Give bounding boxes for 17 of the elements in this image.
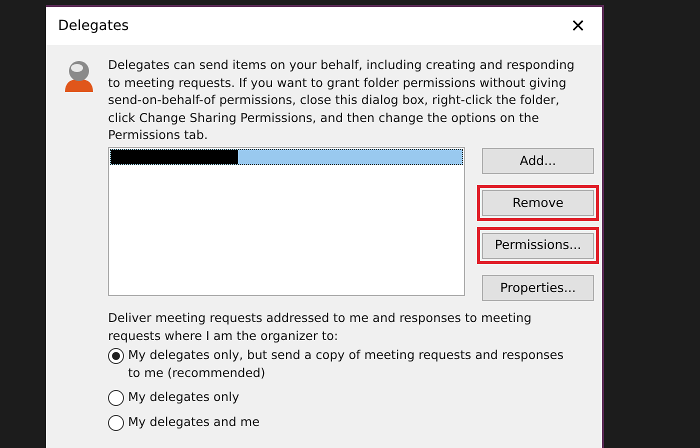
delegate-row[interactable] [110, 148, 463, 164]
close-button[interactable]: ✕ [564, 12, 592, 40]
intro-text: Delegates can send items on your behalf, including creating and responding to meeting requests. If you want to grant folder permissions without giving send-on-behalf-of permissions, close this dialog box, right-click the folder, click Change Sharing Permissions, and then change the options on the Permissions tab. [108, 57, 576, 144]
radio-button[interactable] [108, 390, 124, 406]
deliver-label: Deliver meeting requests addressed to me and responses to meeting requests where I am the organizer to: [108, 310, 532, 345]
radio-label: My delegates only, but send a copy of meeting requests and responses to me (recommended) [128, 347, 565, 382]
dialog-button[interactable]: Remove [482, 190, 594, 216]
delegates-list[interactable] [108, 146, 465, 296]
user-icon [62, 58, 96, 94]
dialog-button[interactable]: Properties... [482, 275, 594, 302]
dialog-button[interactable]: Permissions... [482, 232, 594, 259]
radio-button[interactable] [108, 348, 124, 364]
radio-label: My delegates only [128, 389, 240, 406]
window-title: Delegates [58, 16, 129, 36]
radio-button[interactable] [108, 414, 124, 431]
dialog-button[interactable]: Add... [482, 148, 594, 174]
radio-label: My delegates and me [128, 414, 261, 431]
